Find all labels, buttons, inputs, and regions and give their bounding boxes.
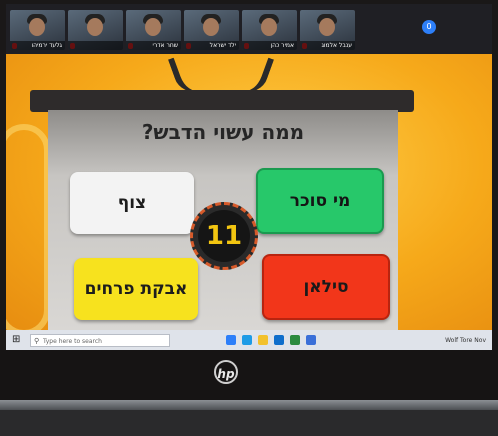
participant-tile[interactable]: ילד ישראל — [184, 10, 239, 50]
answer-button-bottom-right[interactable]: סילאן — [262, 254, 390, 320]
participant-name: ענבל אלמוג — [300, 41, 355, 50]
participant-tile[interactable]: שחר אדרי — [126, 10, 181, 50]
quiz-board: ממה עשוי הדבש? צוף מי סוכר אבקת פרחים סי… — [48, 110, 398, 330]
search-icon: ⚲ — [34, 336, 40, 345]
participant-tile[interactable]: אמיר כהן — [242, 10, 297, 50]
app-icon[interactable] — [226, 335, 236, 345]
participant-face — [203, 18, 219, 36]
more-participants-button[interactable]: 0 — [422, 20, 436, 34]
windows-start-icon[interactable]: ⊞ — [12, 334, 24, 346]
hp-logo: hp — [214, 360, 238, 384]
participant-face — [261, 18, 277, 36]
windows-taskbar: ⊞ ⚲ Type here to search Wolf Tore Nov — [6, 330, 492, 350]
laptop-bezel — [0, 350, 498, 400]
participant-face — [87, 18, 103, 36]
answer-button-top-left[interactable]: צוף — [70, 172, 194, 234]
question-text: ממה עשוי הדבש? — [141, 120, 305, 144]
participant-face — [145, 18, 161, 36]
participant-strip: גלעד ירמיהו שחר אדרי ילד ישראל אמיר כהן — [6, 4, 492, 54]
store-icon[interactable] — [274, 335, 284, 345]
search-placeholder: Type here to search — [43, 337, 102, 345]
participant-name: גלעד ירמיהו — [10, 41, 65, 50]
taskbar-search-input[interactable]: ⚲ Type here to search — [30, 333, 170, 347]
app-icon[interactable] — [290, 335, 300, 345]
zoom-icon[interactable] — [306, 335, 316, 345]
taskbar-apps — [226, 335, 316, 345]
participant-face — [29, 18, 45, 36]
participant-name: שחר אדרי — [126, 41, 181, 50]
participant-name — [68, 41, 123, 50]
participant-name: ילד ישראל — [184, 41, 239, 50]
folder-icon[interactable] — [258, 335, 268, 345]
participant-tile[interactable] — [68, 10, 123, 50]
edge-icon[interactable] — [242, 335, 252, 345]
answer-button-bottom-left[interactable]: אבקת פרחים — [74, 258, 198, 320]
answer-button-top-right[interactable]: מי סוכר — [256, 168, 384, 234]
system-tray[interactable]: Wolf Tore Nov — [445, 337, 486, 344]
timer-value: 11 — [198, 210, 250, 262]
decorative-swirl — [6, 124, 50, 336]
laptop-screen: גלעד ירמיהו שחר אדרי ילד ישראל אמיר כהן — [6, 4, 492, 350]
countdown-timer: 11 — [190, 202, 258, 270]
board-header-bar — [30, 90, 414, 112]
participant-face — [319, 18, 335, 36]
participant-tile[interactable]: ענבל אלמוג — [300, 10, 355, 50]
laptop-hinge — [0, 400, 498, 410]
laptop-keyboard-edge — [0, 410, 498, 436]
participant-tile[interactable]: גלעד ירמיהו — [10, 10, 65, 50]
participant-name: אמיר כהן — [242, 41, 297, 50]
